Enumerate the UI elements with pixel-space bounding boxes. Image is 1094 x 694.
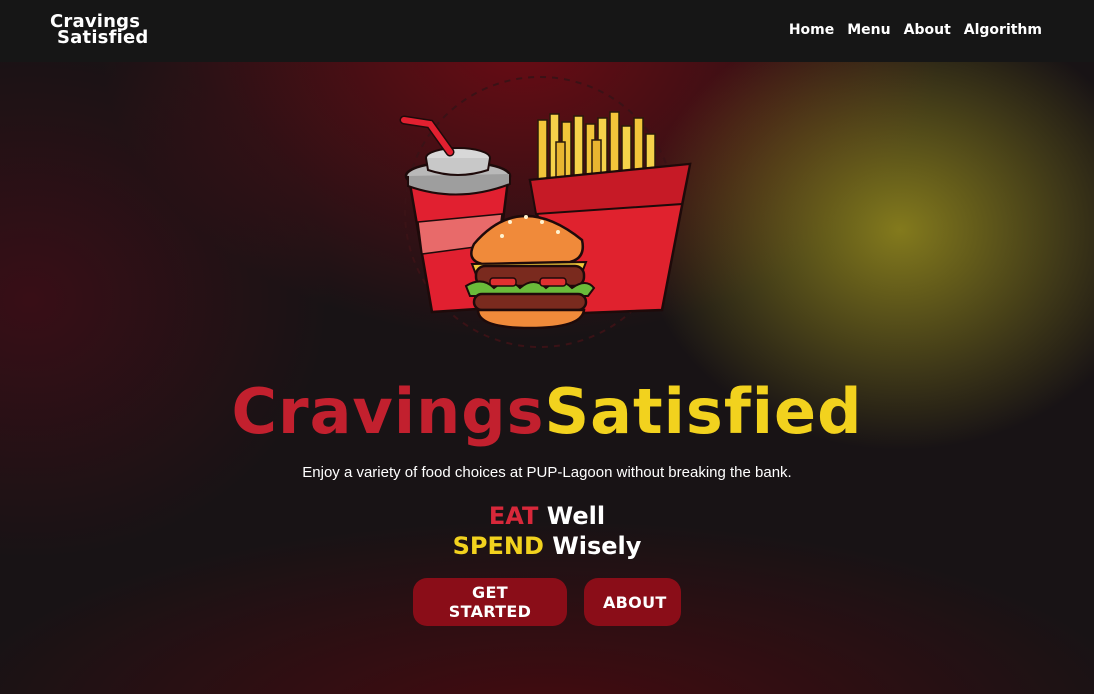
hero-buttons: GET STARTED ABOUT xyxy=(0,578,1094,626)
brand-logo[interactable]: Cravings Satisfied xyxy=(50,13,149,48)
about-button[interactable]: ABOUT xyxy=(584,578,681,626)
nav-link-about[interactable]: About xyxy=(904,22,951,38)
navbar: Cravings Satisfied Home Menu About Algor… xyxy=(0,0,1094,62)
hero-tagline: Enjoy a variety of food choices at PUP-L… xyxy=(302,464,792,481)
brand-line-2: Satisfied xyxy=(57,27,149,48)
motto-line-1: EAT Well xyxy=(0,501,1094,531)
motto-eat: EAT xyxy=(488,502,539,530)
hero-title-part-1: Cravings xyxy=(231,375,545,448)
get-started-button[interactable]: GET STARTED xyxy=(413,578,567,626)
hero-motto: EAT Well SPEND Wisely xyxy=(0,501,1094,561)
motto-spend: SPEND xyxy=(452,532,544,560)
landing-page: Cravings Satisfied Home Menu About Algor… xyxy=(0,0,1094,694)
nav-link-home[interactable]: Home xyxy=(789,22,834,38)
fast-food-illustration xyxy=(399,76,692,348)
motto-well: Well xyxy=(546,502,606,530)
motto-line-2: SPEND Wisely xyxy=(0,531,1094,561)
nav-links: Home Menu About Algorithm xyxy=(789,22,1042,38)
motto-wisely: Wisely xyxy=(552,532,642,560)
hero-title: CravingsSatisfied xyxy=(0,372,1094,452)
nav-link-menu[interactable]: Menu xyxy=(847,22,890,38)
nav-link-algorithm[interactable]: Algorithm xyxy=(964,22,1042,38)
hero-title-part-2: Satisfied xyxy=(544,375,863,448)
